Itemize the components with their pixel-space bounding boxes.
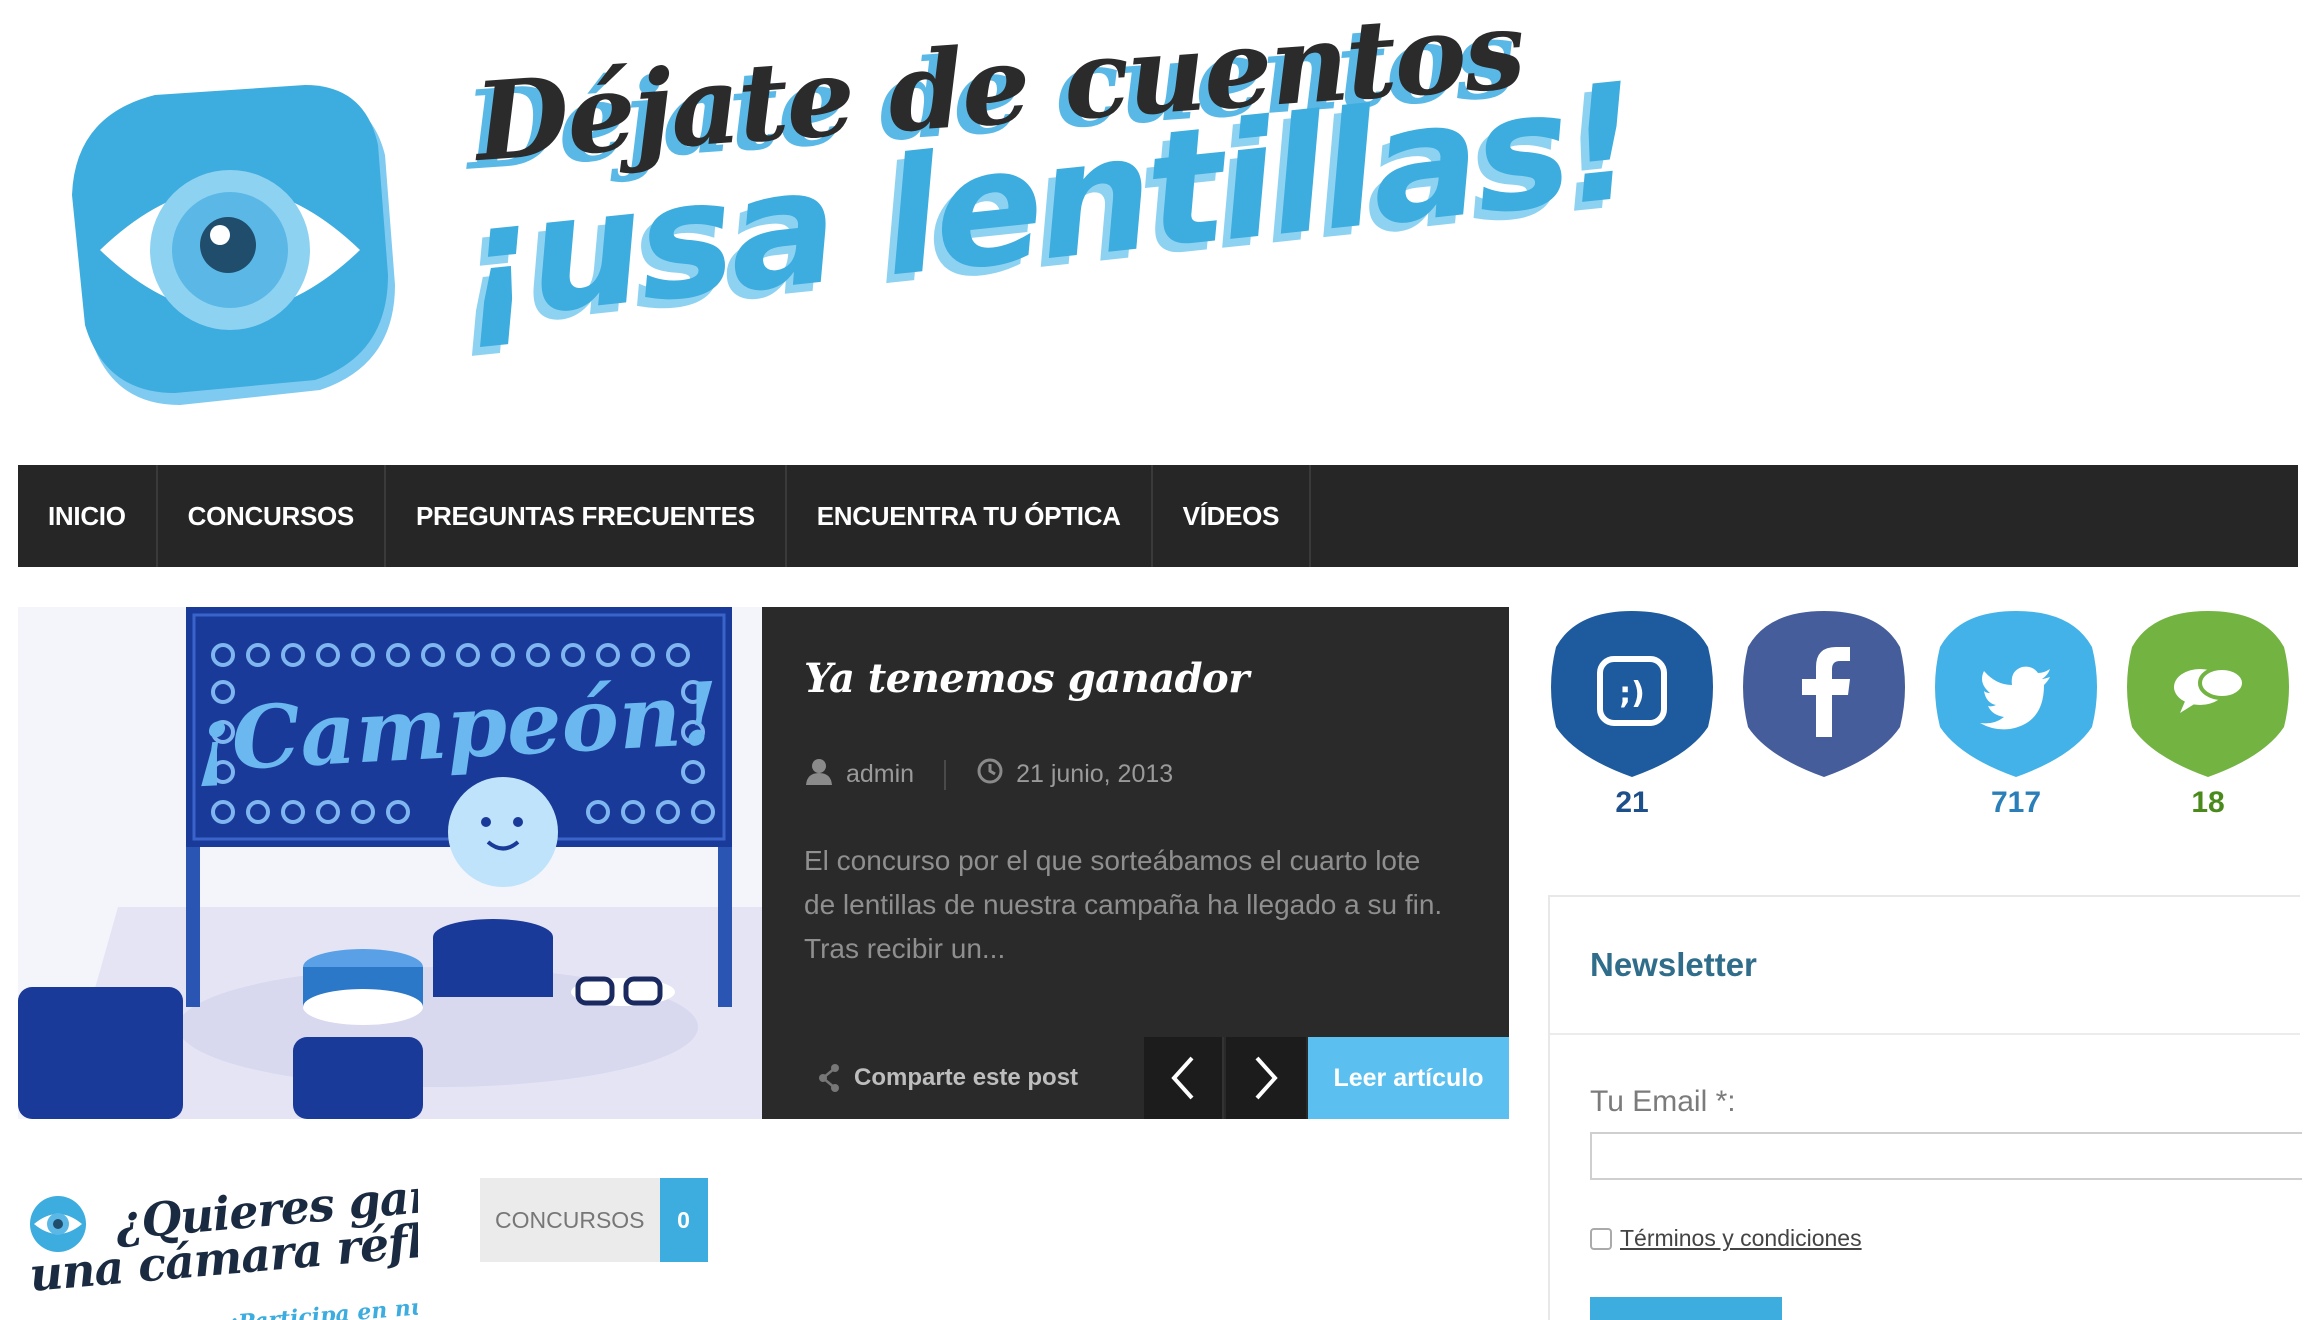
featured-excerpt: El concurso por el que sorteábamos el cu… bbox=[804, 845, 1443, 964]
featured-panel: Ya tenemos ganador admin 21 junio, 2013 … bbox=[762, 607, 1509, 1119]
tuenti-icon: ;) bbox=[1551, 611, 1713, 777]
nav-item-videos[interactable]: VÍDEOS bbox=[1153, 465, 1312, 567]
terms-link[interactable]: Términos y condiciones bbox=[1620, 1225, 1862, 1252]
newsletter-title: Newsletter bbox=[1590, 946, 1757, 983]
terms-row: Términos y condiciones bbox=[1590, 1225, 1862, 1252]
social-twitter[interactable]: 717 bbox=[1932, 607, 2100, 822]
share-icon bbox=[819, 1064, 839, 1092]
slider-prev-button[interactable] bbox=[1144, 1037, 1224, 1119]
social-counters: ;) 21 717 18 bbox=[1548, 607, 2300, 827]
social-comments[interactable]: 18 bbox=[2124, 607, 2292, 822]
eye-logo-icon bbox=[72, 85, 395, 405]
social-tuenti[interactable]: ;) 21 bbox=[1548, 607, 1716, 822]
newsletter-widget: Newsletter Tu Email *: Términos y condic… bbox=[1548, 895, 2302, 1320]
user-icon bbox=[804, 757, 834, 792]
campeon-illustration: ¡Campeón! bbox=[18, 607, 762, 1119]
comment-count-badge[interactable]: 0 bbox=[659, 1178, 708, 1262]
chevron-right-icon bbox=[1255, 1056, 1278, 1100]
comments-icon bbox=[2127, 611, 2289, 777]
chevron-left-icon bbox=[1171, 1056, 1194, 1100]
site-logo[interactable]: Déjate de cuentos ¡usa lentillas! bbox=[70, 0, 1644, 405]
category-tag[interactable]: CONCURSOS 0 bbox=[480, 1178, 708, 1262]
featured-image[interactable]: ¡Campeón! bbox=[18, 607, 762, 1119]
author-name[interactable]: admin bbox=[846, 760, 914, 789]
svg-text:;): ;) bbox=[1619, 676, 1645, 711]
comments-count: 18 bbox=[2191, 786, 2225, 819]
nav-item-concursos[interactable]: CONCURSOS bbox=[158, 465, 386, 567]
terms-checkbox[interactable] bbox=[1590, 1227, 1612, 1250]
main-nav: INICIO CONCURSOS PREGUNTAS FRECUENTES EN… bbox=[18, 465, 2298, 567]
twitter-count: 717 bbox=[1990, 786, 2042, 819]
email-input[interactable] bbox=[1590, 1132, 2302, 1180]
featured-actions: Comparte este post Leer artículo bbox=[762, 1037, 1509, 1119]
tuenti-count: 21 bbox=[1615, 786, 1649, 819]
read-article-button[interactable]: Leer artículo bbox=[1308, 1037, 1509, 1119]
newsletter-header: Newsletter bbox=[1550, 897, 2300, 1035]
featured-meta: admin 21 junio, 2013 bbox=[804, 757, 1173, 792]
facebook-icon bbox=[1743, 611, 1905, 777]
social-facebook[interactable] bbox=[1740, 607, 1908, 822]
subscribe-button[interactable] bbox=[1590, 1297, 1782, 1320]
thumb-subline: ¡Participa en nuestro concurso! bbox=[227, 1277, 418, 1320]
meta-divider bbox=[944, 759, 947, 790]
share-button[interactable]: Comparte este post bbox=[818, 1049, 1078, 1107]
featured-title[interactable]: Ya tenemos ganador bbox=[804, 655, 1249, 702]
facebook-count bbox=[1740, 786, 1908, 822]
post-thumbnail[interactable]: ¿Quieres ganar una cámara réflex? ¡Parti… bbox=[18, 1178, 418, 1320]
share-label: Comparte este post bbox=[854, 1064, 1079, 1091]
post-date: 21 junio, 2013 bbox=[1016, 760, 1174, 788]
nav-item-preguntas-frecuentes[interactable]: PREGUNTAS FRECUENTES bbox=[386, 465, 787, 567]
nav-item-encuentra-tu-optica[interactable]: ENCUENTRA TU ÓPTICA bbox=[787, 465, 1153, 567]
email-label: Tu Email *: bbox=[1590, 1085, 1736, 1118]
nav-item-inicio[interactable]: INICIO bbox=[18, 465, 158, 567]
twitter-icon bbox=[1935, 611, 2097, 777]
category-label[interactable]: CONCURSOS bbox=[480, 1178, 660, 1262]
slider-next-button[interactable] bbox=[1226, 1037, 1306, 1119]
clock-icon bbox=[976, 757, 1004, 792]
